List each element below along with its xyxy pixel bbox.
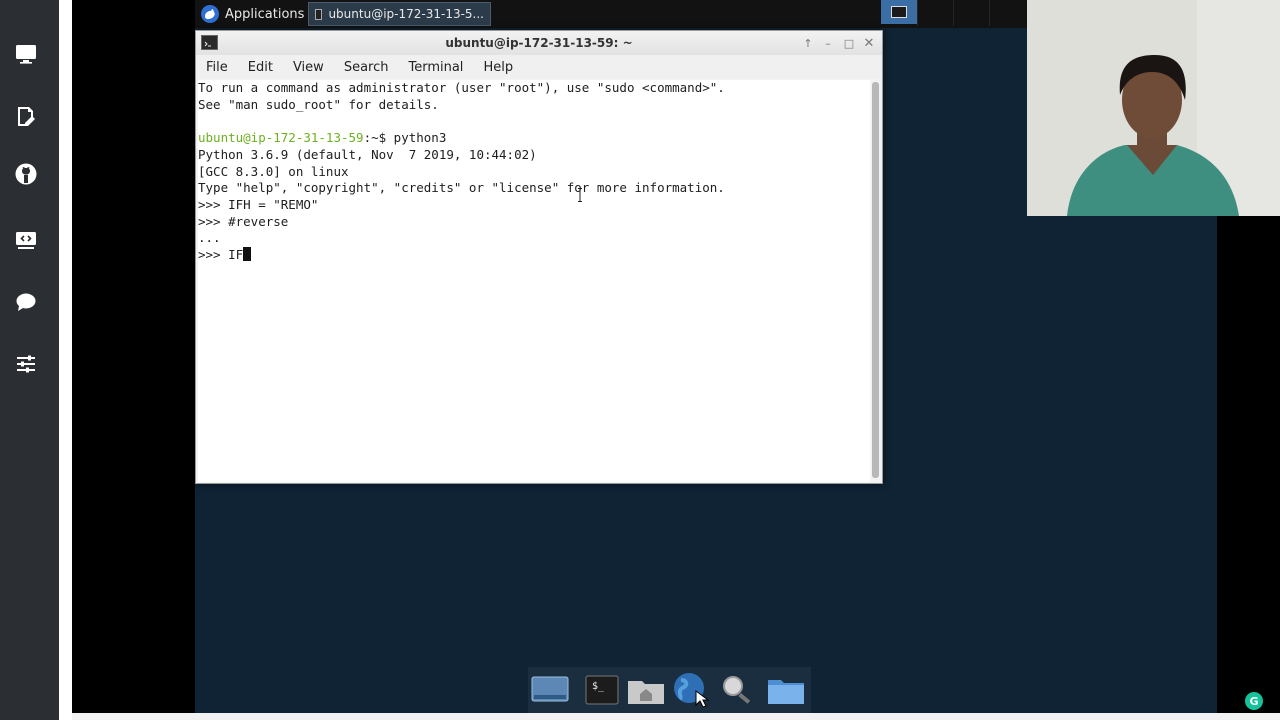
output-line: [GCC 8.3.0] on linux	[198, 163, 349, 179]
left-nav	[0, 0, 59, 720]
search-icon[interactable]	[717, 672, 757, 708]
output-line: To run a command as administrator (user …	[198, 80, 725, 95]
applications-menu-button[interactable]: Applications	[195, 0, 310, 28]
shell-prompt-user: ubuntu@ip-172-31-13-59	[198, 130, 364, 146]
presenter-video-frame	[1027, 0, 1280, 216]
applications-label: Applications	[225, 6, 305, 22]
ibeam-cursor-icon	[578, 188, 582, 202]
svg-text:$_: $_	[592, 681, 605, 692]
menu-help[interactable]: Help	[473, 60, 523, 75]
terminal-icon	[315, 8, 323, 20]
taskbar-terminal-label: ubuntu@ip-172-31-13-5...	[328, 7, 484, 21]
files-icon[interactable]	[766, 672, 806, 708]
output-line: See "man sudo_root" for details.	[198, 96, 439, 112]
workspace-3[interactable]	[953, 0, 990, 26]
dock: $_	[528, 667, 811, 713]
python-input-line: >>> IFH = "REMO"	[198, 196, 319, 212]
workspace-2[interactable]	[917, 0, 954, 26]
taskbar-terminal-button[interactable]: ubuntu@ip-172-31-13-5...	[308, 2, 491, 26]
maximize-window-icon[interactable]: □	[841, 35, 857, 51]
menu-edit[interactable]: Edit	[238, 60, 283, 75]
terminal-titlebar[interactable]: ubuntu@ip-172-31-13-59: ~ ↑ – □ ✕	[196, 31, 882, 55]
scrollbar-thumb[interactable]	[872, 82, 879, 478]
text-cursor	[243, 247, 252, 262]
shell-command: :~$ python3	[363, 130, 447, 146]
window-thumbnail-icon	[891, 6, 907, 18]
terminal-scrollbar[interactable]	[872, 82, 879, 478]
webcam-video	[1027, 0, 1280, 216]
terminal-menubar: File Edit View Search Terminal Help	[196, 55, 882, 79]
xfce-logo-icon	[201, 5, 219, 23]
python-continuation-line: ...	[198, 230, 221, 246]
web-browser-icon[interactable]	[671, 672, 711, 708]
menu-search[interactable]: Search	[334, 60, 399, 75]
chat-bubble-icon[interactable]	[12, 288, 40, 316]
gap-strip	[59, 0, 72, 720]
edit-document-icon[interactable]	[12, 102, 40, 130]
terminal-output[interactable]: To run a command as administrator (user …	[198, 80, 870, 482]
python-current-input[interactable]: >>> IF	[198, 247, 243, 262]
python-input-line: >>> #reverse	[198, 213, 289, 229]
show-desktop-icon[interactable]	[530, 672, 570, 708]
code-screen-icon[interactable]	[12, 226, 40, 254]
github-icon[interactable]	[12, 160, 40, 188]
home-folder-icon[interactable]	[626, 672, 666, 708]
menu-view[interactable]: View	[283, 60, 334, 75]
window-title: ubuntu@ip-172-31-13-59: ~	[445, 36, 633, 50]
close-window-icon[interactable]: ✕	[861, 35, 877, 51]
remote-edge-bar	[1267, 216, 1280, 713]
workspace-1[interactable]	[881, 0, 917, 24]
terminal-window[interactable]: ubuntu@ip-172-31-13-59: ~ ↑ – □ ✕ File E…	[195, 30, 883, 484]
workspace-4[interactable]	[989, 0, 1026, 26]
output-line: Python 3.6.9 (default, Nov 7 2019, 10:44…	[198, 146, 537, 162]
bottom-strip	[72, 713, 1280, 720]
raise-window-icon[interactable]: ↑	[800, 35, 816, 51]
sliders-icon[interactable]	[12, 350, 40, 378]
output-line: Type "help", "copyright", "credits" or "…	[198, 180, 725, 196]
monitor-icon[interactable]	[12, 40, 40, 68]
menu-file[interactable]: File	[196, 60, 238, 75]
terminal-icon[interactable]: $_	[582, 672, 622, 708]
grammarly-icon[interactable]: G	[1245, 692, 1263, 710]
minimize-window-icon[interactable]: –	[820, 35, 836, 51]
menu-terminal[interactable]: Terminal	[398, 60, 473, 75]
